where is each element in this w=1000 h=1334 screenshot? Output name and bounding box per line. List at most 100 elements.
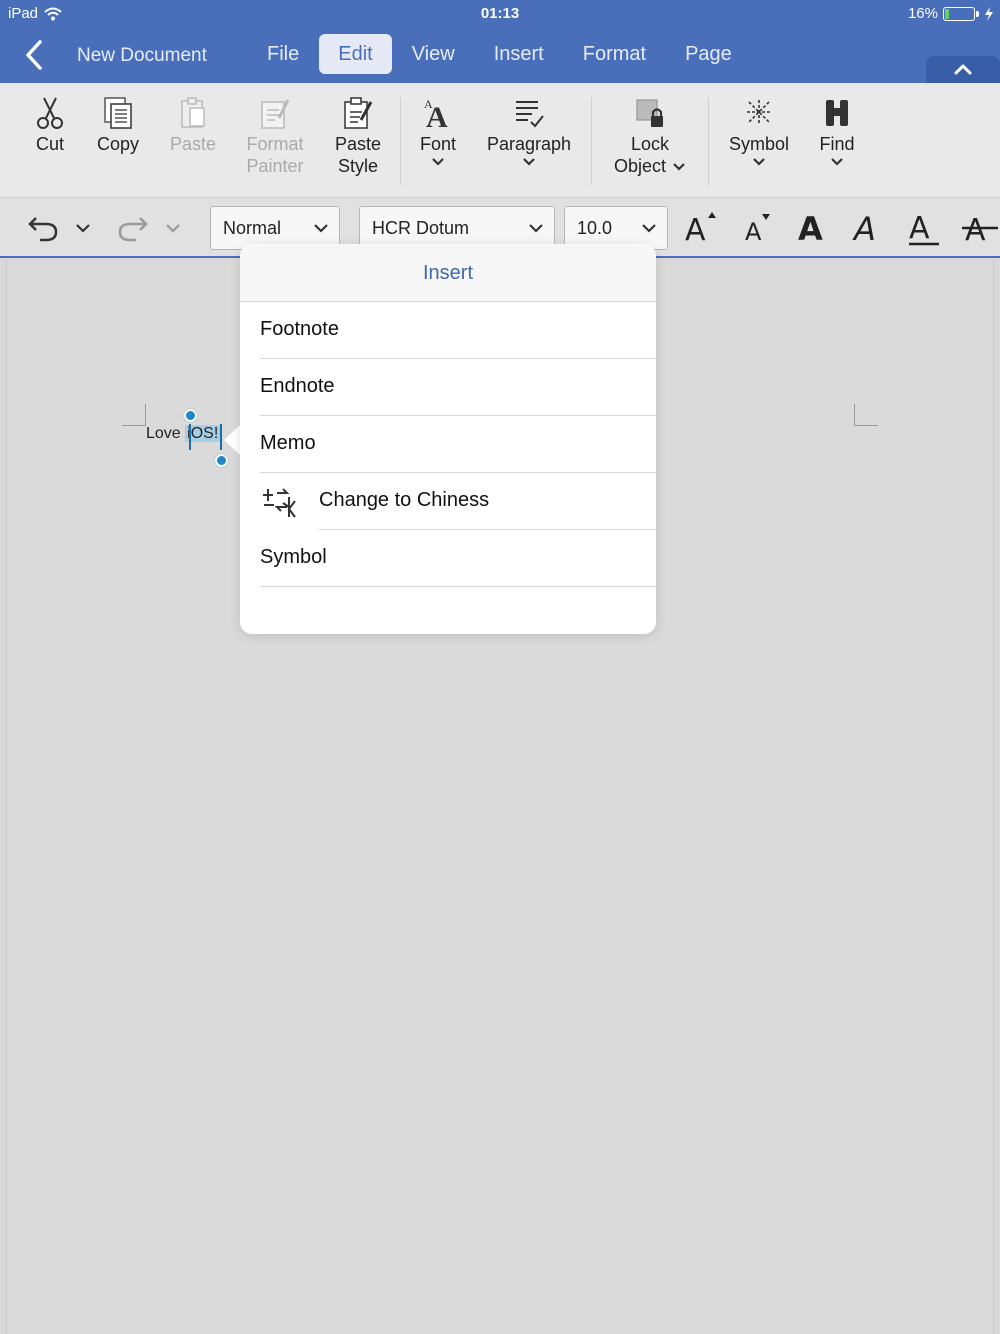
copy-button[interactable]: Copy xyxy=(92,93,144,155)
chevron-down-icon xyxy=(523,158,535,166)
menu-item-change-to-chinese[interactable]: Change to Chiness xyxy=(240,473,656,530)
menu-item-label: Memo xyxy=(260,432,316,454)
undo-history-chevron-icon[interactable] xyxy=(75,223,91,233)
tab-file[interactable]: File xyxy=(248,34,318,74)
hanja-convert-icon xyxy=(263,488,296,518)
font-family-value: HCR Dotum xyxy=(372,218,470,238)
page-margin-corner-top-left xyxy=(122,404,146,426)
tab-page[interactable]: Page xyxy=(666,34,751,74)
svg-text:A: A xyxy=(798,210,823,244)
chevron-down-icon xyxy=(432,158,444,166)
chevron-down-icon xyxy=(753,158,765,166)
menu-tabs: File Edit View Insert Format Page xyxy=(248,34,752,74)
lock-object-label-1: Lock xyxy=(630,134,670,154)
strikethrough-icon[interactable]: A xyxy=(962,208,998,244)
binoculars-icon xyxy=(826,100,848,126)
paste-style-icon xyxy=(344,97,373,129)
format-painter-icon xyxy=(261,99,290,129)
format-painter-label-1: Format xyxy=(246,134,304,154)
menu-item-endnote[interactable]: Endnote xyxy=(240,359,656,416)
italic-icon[interactable]: A xyxy=(852,208,886,244)
chevron-down-icon xyxy=(831,158,843,166)
paragraph-style-value: Normal xyxy=(223,218,282,238)
font-label: Font xyxy=(419,134,457,154)
bold-icon[interactable]: A xyxy=(796,208,830,244)
font-button[interactable]: A A Font xyxy=(413,93,463,166)
menu-item-memo[interactable]: Memo xyxy=(240,416,656,473)
selection-start-handle[interactable] xyxy=(184,409,197,422)
cut-label: Cut xyxy=(35,134,64,154)
divider xyxy=(260,586,656,587)
page-margin-corner-top-right xyxy=(854,404,878,426)
battery-percent: 16% xyxy=(907,5,938,22)
find-button[interactable]: Find xyxy=(812,93,862,166)
popover-arrow xyxy=(224,424,241,456)
redo-icon[interactable] xyxy=(116,214,150,244)
insert-popover: Insert Footnote Endnote Memo Change to C… xyxy=(240,244,656,634)
paste-style-button[interactable]: Paste Style xyxy=(326,93,390,177)
chevron-up-icon xyxy=(954,64,972,75)
menu-item-label: Symbol xyxy=(260,546,327,568)
menu-item-label: Endnote xyxy=(260,375,335,397)
lock-object-button[interactable]: Lock Object xyxy=(606,93,694,177)
document-text[interactable]: Love iOS! xyxy=(146,425,221,443)
ribbon-toolbar: Cut Copy Paste Format Painter Paste Styl… xyxy=(0,83,1000,198)
lock-icon xyxy=(636,99,663,127)
increase-font-size-icon[interactable]: A xyxy=(684,208,720,244)
document-title[interactable]: New Document xyxy=(77,45,207,67)
wifi-icon xyxy=(44,7,62,20)
svg-text:A: A xyxy=(424,97,433,111)
font-size-value: 10.0 xyxy=(577,218,613,238)
collapse-ribbon-button[interactable] xyxy=(926,56,1000,83)
symbol-button[interactable]: Symbol xyxy=(724,93,794,166)
menu-item-label: Change to Chiness xyxy=(319,489,490,511)
status-right: 16% xyxy=(908,5,994,22)
lock-object-text: Object xyxy=(613,156,667,176)
paragraph-label: Paragraph xyxy=(486,134,572,154)
status-time: 01:13 xyxy=(480,5,520,22)
paste-icon xyxy=(181,97,205,128)
menu-item-footnote[interactable]: Footnote xyxy=(240,302,656,359)
copy-label: Copy xyxy=(96,134,140,154)
battery-fill xyxy=(945,8,949,19)
svg-text:A: A xyxy=(685,213,706,244)
decrease-font-size-icon[interactable]: A xyxy=(744,210,776,244)
paragraph-icon xyxy=(516,101,544,128)
status-bar: iPad 01:13 16% xyxy=(0,0,1000,28)
back-chevron-icon[interactable] xyxy=(20,38,48,72)
status-left: iPad xyxy=(8,5,62,22)
menu-item-label: Footnote xyxy=(260,318,339,340)
tab-format[interactable]: Format xyxy=(564,34,665,74)
redo-history-chevron-icon[interactable] xyxy=(165,223,181,233)
ribbon-separator xyxy=(708,97,709,185)
svg-text:A: A xyxy=(852,210,876,244)
top-bar: iPad 01:13 16% New Document File Edit Vi… xyxy=(0,0,1000,83)
ribbon-separator xyxy=(591,97,592,185)
charging-icon xyxy=(985,6,993,21)
scissors-icon xyxy=(37,97,63,129)
chevron-down-icon xyxy=(642,224,656,233)
font-icon: A A xyxy=(424,97,448,130)
battery-icon xyxy=(943,6,979,21)
svg-text:A: A xyxy=(909,211,930,246)
menu-item-symbol[interactable]: Symbol xyxy=(240,530,656,587)
paragraph-button[interactable]: Paragraph xyxy=(484,93,574,166)
lock-object-label-2: Object xyxy=(606,155,694,177)
popover-title: Insert xyxy=(240,244,656,302)
tab-edit[interactable]: Edit xyxy=(319,34,392,74)
tab-view[interactable]: View xyxy=(393,34,474,74)
chevron-down-icon xyxy=(673,162,685,171)
chevron-down-icon xyxy=(314,224,328,233)
underline-icon[interactable]: A xyxy=(906,208,942,248)
paste-style-label-1: Paste xyxy=(334,134,382,154)
paste-button[interactable]: Paste xyxy=(166,93,220,155)
find-label: Find xyxy=(819,134,855,154)
paste-label: Paste xyxy=(169,134,217,154)
format-painter-label-2: Painter xyxy=(246,156,304,176)
format-painter-button[interactable]: Format Painter xyxy=(240,93,310,177)
paste-style-label-2: Style xyxy=(337,156,379,176)
tab-insert[interactable]: Insert xyxy=(475,34,563,74)
selection-start-caret xyxy=(189,424,191,450)
cut-button[interactable]: Cut xyxy=(25,93,75,155)
undo-icon[interactable] xyxy=(26,214,60,244)
